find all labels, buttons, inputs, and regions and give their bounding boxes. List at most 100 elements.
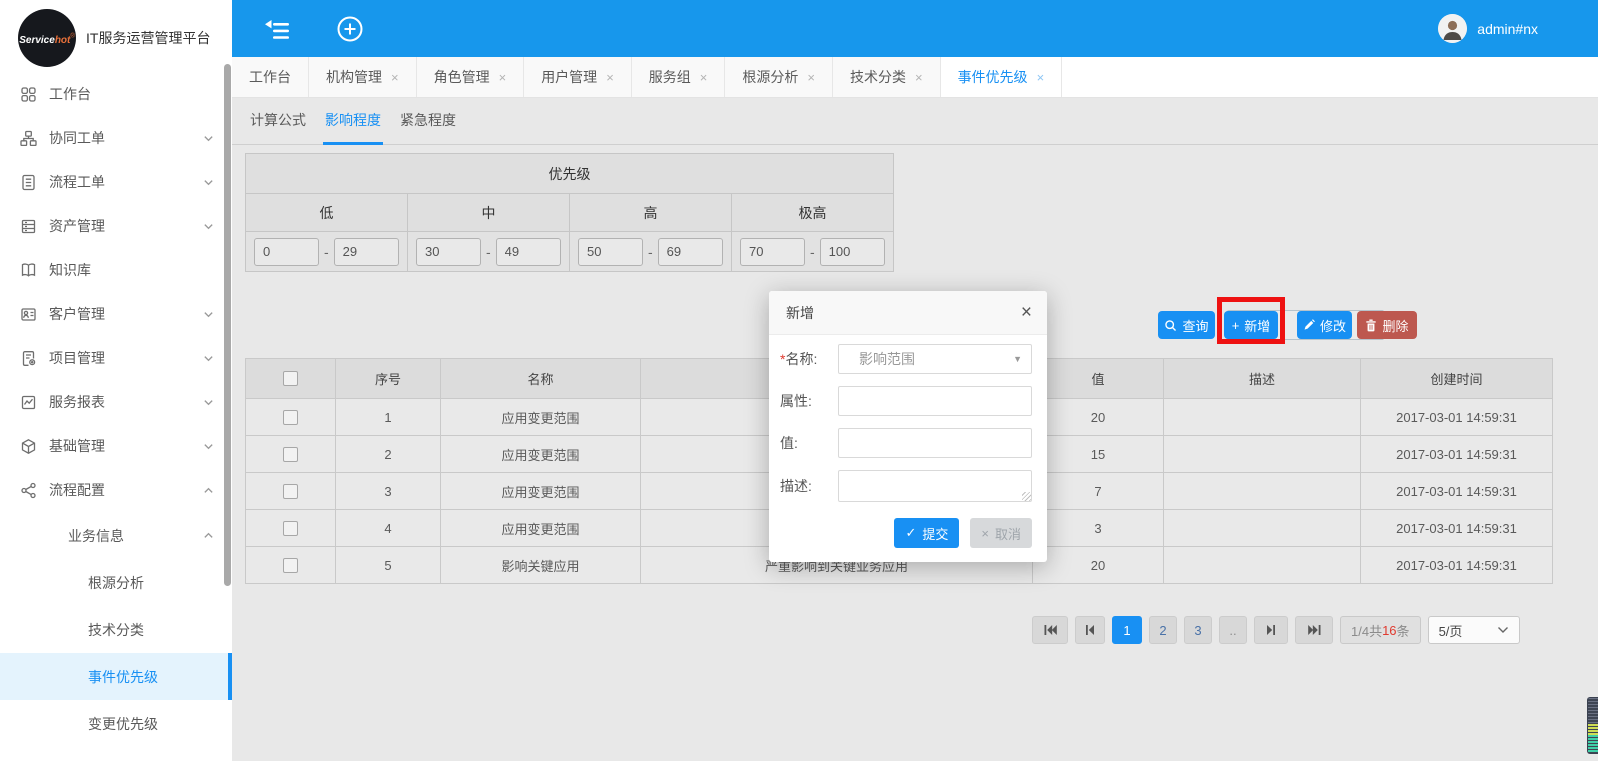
priority-medium-min-input[interactable] [416,237,481,266]
sub-tab-bar: 计算公式 影响程度 紧急程度 [232,98,1598,145]
subtab-calc-formula[interactable]: 计算公式 [248,98,308,145]
priority-low-min-input[interactable] [254,237,319,266]
cancel-button[interactable]: × 取消 [970,518,1032,548]
sidebar-item-incident-priority[interactable]: 事件优先级 [0,653,232,700]
close-icon[interactable]: × [700,70,708,85]
tab-user-mgmt[interactable]: 用户管理 × [524,57,632,97]
brand-logo: Servicehot® [18,9,76,67]
edit-button[interactable]: 修改 [1297,311,1352,339]
sidebar-item-label: 知识库 [49,262,91,278]
sidebar-scrollbar[interactable] [224,64,231,586]
tab-org-mgmt[interactable]: 机构管理 × [309,57,417,97]
pagination-summary-suffix: 条 [1396,623,1410,639]
tab-incident-priority[interactable]: 事件优先级 × [940,57,1063,97]
priority-high-min-input[interactable] [578,237,643,266]
sidebar-item-label: 根源分析 [88,574,144,591]
caret-down-icon: ▼ [1013,354,1022,364]
sidebar-item-customer-mgmt[interactable]: 客户管理 [0,292,232,336]
close-icon[interactable]: × [1037,70,1045,85]
add-tab-plus-icon[interactable] [336,15,364,43]
priority-critical-max-input[interactable] [819,237,885,266]
sidebar-item-process-orders[interactable]: 流程工单 [0,160,232,204]
row-checkbox[interactable] [283,409,298,425]
row-checkbox[interactable] [283,520,298,536]
close-icon[interactable]: × [606,70,614,85]
row-checkbox-cell [246,547,336,584]
equalizer-widget[interactable] [1587,697,1598,754]
name-select[interactable]: 影响范围 ▼ [838,344,1032,374]
sidebar-item-asset-mgmt[interactable]: 资产管理 [0,204,232,248]
page-button-3[interactable]: 3 [1184,616,1212,644]
value-input[interactable] [838,428,1032,458]
col-header-desc: 描述 [1164,359,1361,399]
brand: Servicehot® IT服务运营管理平台 [0,0,232,76]
close-icon[interactable]: × [1021,303,1032,322]
chevron-down-icon [203,397,214,408]
range-dash: - [486,243,491,260]
close-icon[interactable]: × [499,70,507,85]
customer-mgmt-icon [20,306,37,323]
select-all-checkbox[interactable] [283,371,298,386]
sidebar-item-process-config[interactable]: 流程配置 [0,468,232,512]
priority-high-max-input[interactable] [657,237,723,266]
avatar[interactable] [1438,14,1468,43]
sidebar-item-service-reports[interactable]: 服务报表 [0,380,232,424]
tab-workbench[interactable]: 工作台 [232,57,309,97]
sidebar-item-root-cause-analysis[interactable]: 根源分析 [0,559,232,606]
row-checkbox[interactable] [283,483,298,499]
collab-orders-icon [20,130,37,147]
search-button[interactable]: 查询 [1158,311,1215,339]
sidebar-item-workbench[interactable]: 工作台 [0,72,232,116]
delete-button-label: 删除 [1382,318,1409,334]
sidebar-item-collab-orders[interactable]: 协同工单 [0,116,232,160]
page-button-2[interactable]: 2 [1149,616,1177,644]
pencil-icon [1304,319,1315,330]
cell-created: 2017-03-01 14:59:31 [1361,399,1553,436]
prev-page-button[interactable] [1075,616,1105,644]
priority-critical-min-input[interactable] [740,237,805,266]
attr-input[interactable] [838,386,1032,416]
sidebar-item-project-mgmt[interactable]: 项目管理 [0,336,232,380]
sidebar-item-base-mgmt[interactable]: 基础管理 [0,424,232,468]
page-button-1[interactable]: 1 [1112,616,1142,644]
row-checkbox[interactable] [283,446,298,462]
close-icon[interactable]: × [807,70,815,85]
row-checkbox[interactable] [283,557,298,573]
search-icon [1165,319,1177,331]
sidebar-item-business-info[interactable]: 业务信息 [0,512,232,559]
submit-button-label: 提交 [922,526,949,542]
pagination-total-count: 16 [1382,622,1397,638]
sidebar-item-change-priority[interactable]: 变更优先级 [0,700,232,747]
close-icon[interactable]: × [915,70,923,85]
sidebar-item-knowledge-base[interactable]: 知识库 [0,248,232,292]
page-size-value: 5/页 [1438,623,1463,639]
delete-button[interactable]: 删除 [1357,311,1417,339]
subtab-urgency-degree[interactable]: 紧急程度 [398,98,458,145]
tab-label: 技术分类 [849,69,906,85]
search-button-label: 查询 [1182,318,1209,334]
tab-root-cause[interactable]: 根源分析 × [725,57,833,97]
sidebar-item-tech-category[interactable]: 技术分类 [0,606,232,653]
cell-seq: 4 [336,510,441,547]
tab-label: 工作台 [249,69,291,85]
tab-tech-category[interactable]: 技术分类 × [832,57,941,97]
cell-name: 影响关键应用 [441,547,641,584]
brand-service-text: Service [19,35,55,46]
col-header-seq: 序号 [336,359,441,399]
subtab-impact-degree[interactable]: 影响程度 [323,98,383,145]
last-page-button[interactable] [1295,616,1333,644]
priority-medium-max-input[interactable] [495,237,561,266]
tab-service-group[interactable]: 服务组 × [631,57,726,97]
first-page-button[interactable] [1032,616,1068,644]
username[interactable]: admin#nx [1477,21,1538,37]
tab-role-mgmt[interactable]: 角色管理 × [416,57,525,97]
desc-textarea[interactable] [838,470,1032,502]
menu-fold-icon[interactable] [262,16,292,41]
attr-field-label: 属性: [780,393,812,409]
close-icon[interactable]: × [391,70,399,85]
submit-button[interactable]: ✓ 提交 [894,518,960,548]
page-ellipsis[interactable]: .. [1219,616,1247,644]
priority-low-max-input[interactable] [333,237,399,266]
page-size-select[interactable]: 5/页 [1427,616,1520,644]
next-page-button[interactable] [1254,616,1288,644]
